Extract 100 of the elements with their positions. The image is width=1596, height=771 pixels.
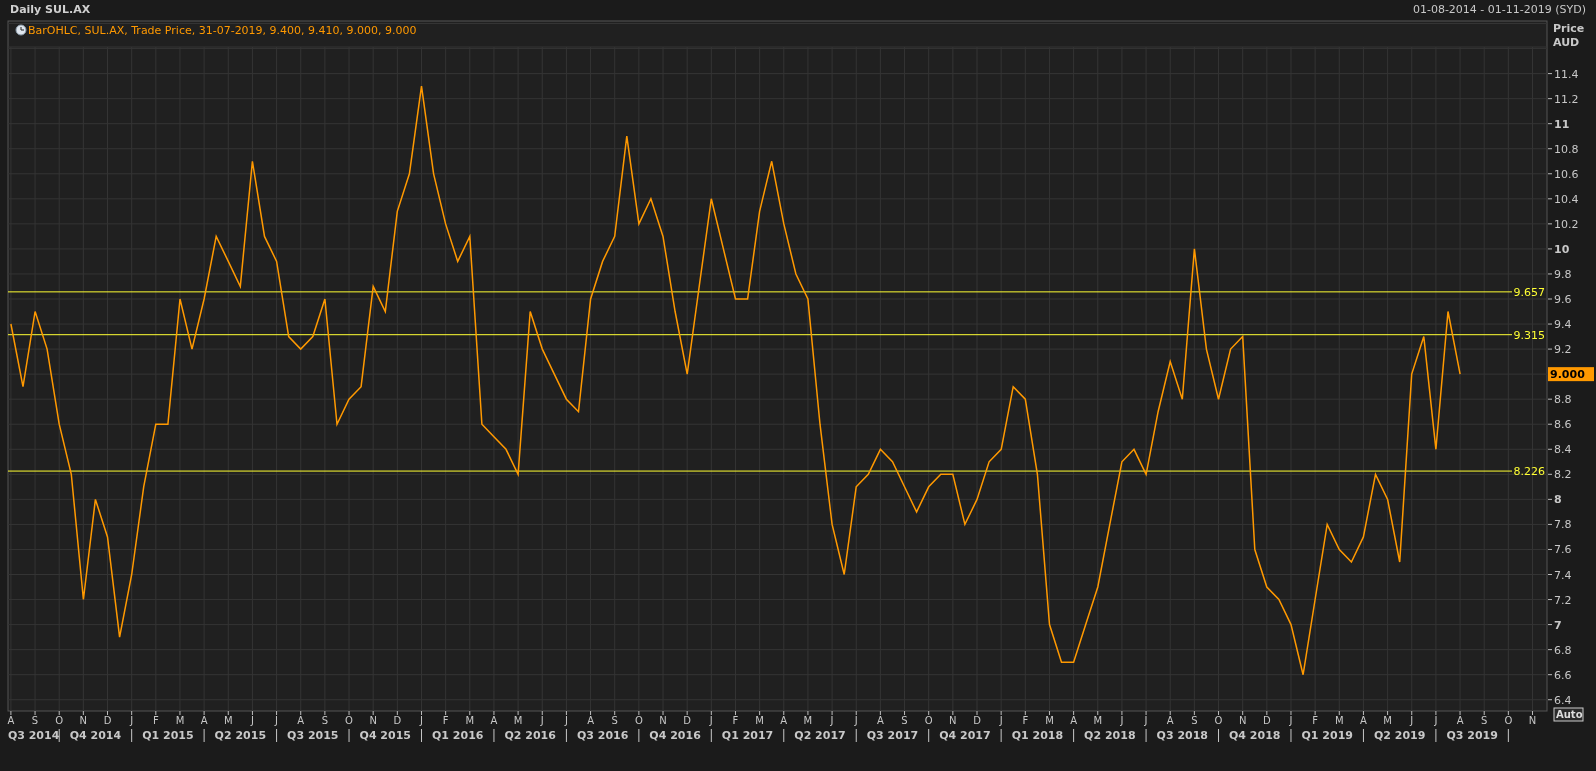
x-tick-label: D xyxy=(1263,715,1271,726)
x-tick-label: J xyxy=(1434,715,1438,726)
y-tick-label: 8.8 xyxy=(1554,393,1572,407)
x-tick-label: S xyxy=(611,715,618,726)
x-tick-label: N xyxy=(949,715,957,726)
x-tick-label: F xyxy=(152,715,159,726)
y-tick-label: 8.6 xyxy=(1554,418,1572,432)
quarter-label: Q4 2018 xyxy=(1229,729,1281,742)
y-tick-label: 9.8 xyxy=(1554,267,1572,281)
x-tick-label: A xyxy=(1456,715,1464,726)
quarter-label: Q2 2017 xyxy=(794,729,846,742)
x-tick-label: F xyxy=(1022,715,1029,726)
x-tick-label: O xyxy=(634,715,643,726)
y-tick-label: 7.4 xyxy=(1554,568,1572,582)
date-range: 01-08-2014 - 01-11-2019 (SYD) xyxy=(1412,1,1586,18)
y-tick-label: 7.6 xyxy=(1554,543,1572,557)
x-tick-label: J xyxy=(1144,715,1148,726)
quarter-label: Q2 2019 xyxy=(1373,729,1426,742)
x-tick-label: S xyxy=(321,715,329,726)
y-tick-label: 11 xyxy=(1554,117,1570,131)
chart-title: Daily SUL.AX xyxy=(10,1,91,18)
x-tick-label: J xyxy=(540,715,544,726)
x-tick-label: M xyxy=(175,715,185,726)
quarter-label: Q1 2015 xyxy=(142,729,194,742)
last-price-badge: 9.000 xyxy=(1548,367,1594,382)
x-tick-label: A xyxy=(1070,715,1078,726)
reference-label: 8.226 xyxy=(1513,465,1545,479)
x-tick-label: J xyxy=(1410,715,1414,726)
x-tick-label: M xyxy=(223,715,233,726)
x-tick-label: A xyxy=(876,715,884,726)
y-tick-label: 6.4 xyxy=(1554,693,1572,707)
x-tick-label: J xyxy=(130,715,134,726)
reference-label: 9.315 xyxy=(1513,328,1545,342)
x-tick-label: J xyxy=(250,715,254,726)
x-tick-label: N xyxy=(659,715,667,726)
x-tick-label: J xyxy=(1120,715,1124,726)
y-tick-label: 10 xyxy=(1554,242,1570,256)
x-tick-label: M xyxy=(1334,715,1344,726)
x-tick-label: J xyxy=(854,715,858,726)
quarter-label: Q3 2014 xyxy=(7,729,60,742)
y-tick-label: 9.6 xyxy=(1554,293,1572,306)
x-tick-label: D xyxy=(393,715,402,726)
x-tick-label: O xyxy=(345,715,353,726)
x-tick-label: S xyxy=(31,715,39,726)
x-tick-label: J xyxy=(830,715,834,726)
x-tick-label: A xyxy=(200,715,208,726)
y-tick-label: 8.2 xyxy=(1554,468,1572,482)
x-tick-label: F xyxy=(1312,715,1318,726)
x-tick-label: A xyxy=(1360,715,1367,726)
y-tick-label: 10.2 xyxy=(1554,217,1579,231)
quarter-label: Q1 2017 xyxy=(721,729,774,742)
y-tick-label: 8 xyxy=(1554,493,1562,507)
y-tick-label: 10.4 xyxy=(1554,192,1579,206)
y-tick-label: 7.2 xyxy=(1554,593,1572,607)
x-tick-label: N xyxy=(1238,715,1247,726)
y-tick-label: 11.4 xyxy=(1554,67,1579,81)
x-tick-label: A xyxy=(490,715,498,726)
x-tick-label: J xyxy=(275,715,279,726)
x-tick-label: A xyxy=(7,715,15,726)
x-tick-label: J xyxy=(564,715,568,726)
x-tick-label: A xyxy=(1166,715,1174,726)
auto-button[interactable]: Auto xyxy=(1553,707,1584,722)
quarter-label: Q3 2015 xyxy=(287,729,339,742)
quarter-label: Q3 2016 xyxy=(576,729,629,742)
x-tick-label: F xyxy=(442,715,449,726)
legend-text: BarOHLC, SUL.AX, Trade Price, 31-07-2019, 9.400, 9.410, 9.000, 9.000 xyxy=(28,24,417,37)
x-tick-label: D xyxy=(103,715,112,726)
y-tick-label: 10.6 xyxy=(1554,167,1579,181)
x-tick-label: J xyxy=(999,715,1003,726)
x-tick-label: O xyxy=(1504,715,1513,726)
quarter-label: Q4 2015 xyxy=(359,729,411,742)
quarter-label: Q1 2016 xyxy=(432,729,484,742)
y-tick-label: 10.8 xyxy=(1554,142,1579,156)
quarter-label: Q4 2016 xyxy=(649,729,701,742)
x-tick-label: J xyxy=(420,715,423,726)
y-tick-label: 7 xyxy=(1554,618,1562,632)
quarter-label: Q4 2014 xyxy=(69,729,122,742)
y-tick-label: 7.8 xyxy=(1554,518,1572,532)
quarter-label: Q2 2016 xyxy=(504,729,556,742)
x-tick-label: F xyxy=(732,715,739,726)
x-tick-label: S xyxy=(1481,715,1488,726)
y-tick-label: 6.8 xyxy=(1554,643,1572,657)
quarter-label: Q1 2018 xyxy=(1011,729,1064,742)
x-tick-label: S xyxy=(1191,715,1198,726)
x-tick-label: M xyxy=(513,715,523,726)
quarter-label: Q2 2018 xyxy=(1084,729,1136,742)
x-tick-label: M xyxy=(803,715,813,726)
x-tick-label: O xyxy=(55,715,64,726)
y-tick-label: 9.4 xyxy=(1554,318,1572,332)
x-tick-label: N xyxy=(79,715,88,726)
y-tick-label: 11.2 xyxy=(1554,92,1579,106)
x-tick-label: A xyxy=(780,715,788,726)
x-tick-label: O xyxy=(1214,715,1223,726)
x-tick-label: A xyxy=(297,715,305,726)
quarter-label: Q3 2017 xyxy=(866,729,919,742)
x-tick-label: S xyxy=(901,715,908,726)
clock-icon xyxy=(15,24,27,36)
x-tick-label: D xyxy=(683,715,691,726)
x-tick-label: J xyxy=(1289,715,1293,726)
x-tick-label: N xyxy=(369,715,377,726)
